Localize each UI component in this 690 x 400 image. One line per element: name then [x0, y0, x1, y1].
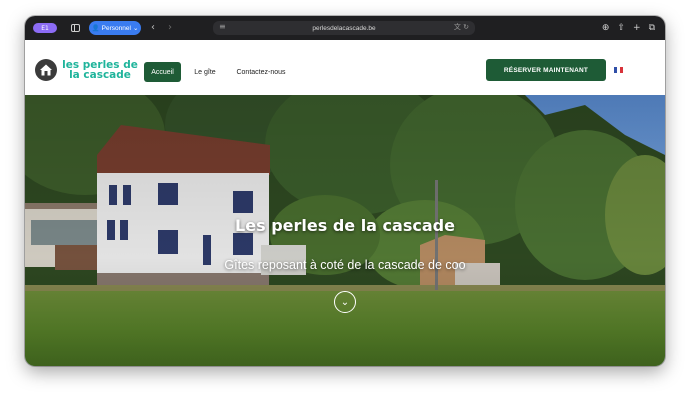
address-bar[interactable]: ≡ perlesdelacascade.be 文 ↻	[213, 21, 475, 35]
share-icon[interactable]: ⇧	[617, 21, 625, 35]
back-arrow-icon[interactable]: ‹	[151, 21, 155, 35]
hero-section: Les perles de la cascade Gîtes reposant …	[25, 95, 665, 366]
browser-window: E1 👤 Personnel ⌄ ‹ › ≡ perlesdelacascade…	[25, 16, 665, 366]
hero-title: Les perles de la cascade	[235, 216, 455, 235]
person-icon: 👤	[91, 25, 100, 32]
scroll-down-button[interactable]: ⌄	[334, 291, 356, 313]
profile-label: Personnel	[101, 24, 131, 32]
nav-contactez-nous[interactable]: Contactez-nous	[231, 62, 291, 82]
tab-group-badge[interactable]: E1	[33, 23, 57, 33]
hero-subtitle: Gîtes reposant à coté de la cascade de c…	[224, 258, 466, 272]
reload-icon[interactable]: ↻	[463, 23, 469, 31]
tabs-overview-icon[interactable]: ⧉	[649, 21, 655, 35]
french-flag-icon[interactable]	[614, 67, 623, 73]
site-settings-icon[interactable]: ≡	[219, 22, 226, 31]
reserve-now-button[interactable]: RÉSERVER MAINTENANT	[486, 59, 606, 81]
address-text: perlesdelacascade.be	[312, 24, 376, 32]
chevron-down-icon: ⌄	[132, 25, 139, 32]
toolbar-actions: ⊕ ⇧ + ⧉	[602, 21, 655, 35]
translate-icon[interactable]: 文	[454, 23, 461, 31]
download-icon[interactable]: ⊕	[602, 21, 610, 35]
new-tab-icon[interactable]: +	[633, 21, 641, 35]
nav-le-gite[interactable]: Le gîte	[188, 62, 222, 82]
profile-button[interactable]: 👤 Personnel ⌄	[89, 21, 141, 35]
browser-toolbar: E1 👤 Personnel ⌄ ‹ › ≡ perlesdelacascade…	[25, 16, 665, 40]
house-logo-icon[interactable]	[35, 59, 57, 81]
logo-line-2: la cascade	[69, 69, 131, 81]
site-logo[interactable]: les perles de la cascade	[60, 60, 140, 81]
sidebar-icon[interactable]	[71, 24, 80, 32]
nav-accueil[interactable]: Accueil	[144, 62, 181, 82]
chevron-down-icon: ⌄	[340, 296, 350, 308]
forward-arrow-icon[interactable]: ›	[168, 21, 172, 35]
site-header: les perles de la cascade Accueil Le gîte…	[25, 40, 665, 95]
